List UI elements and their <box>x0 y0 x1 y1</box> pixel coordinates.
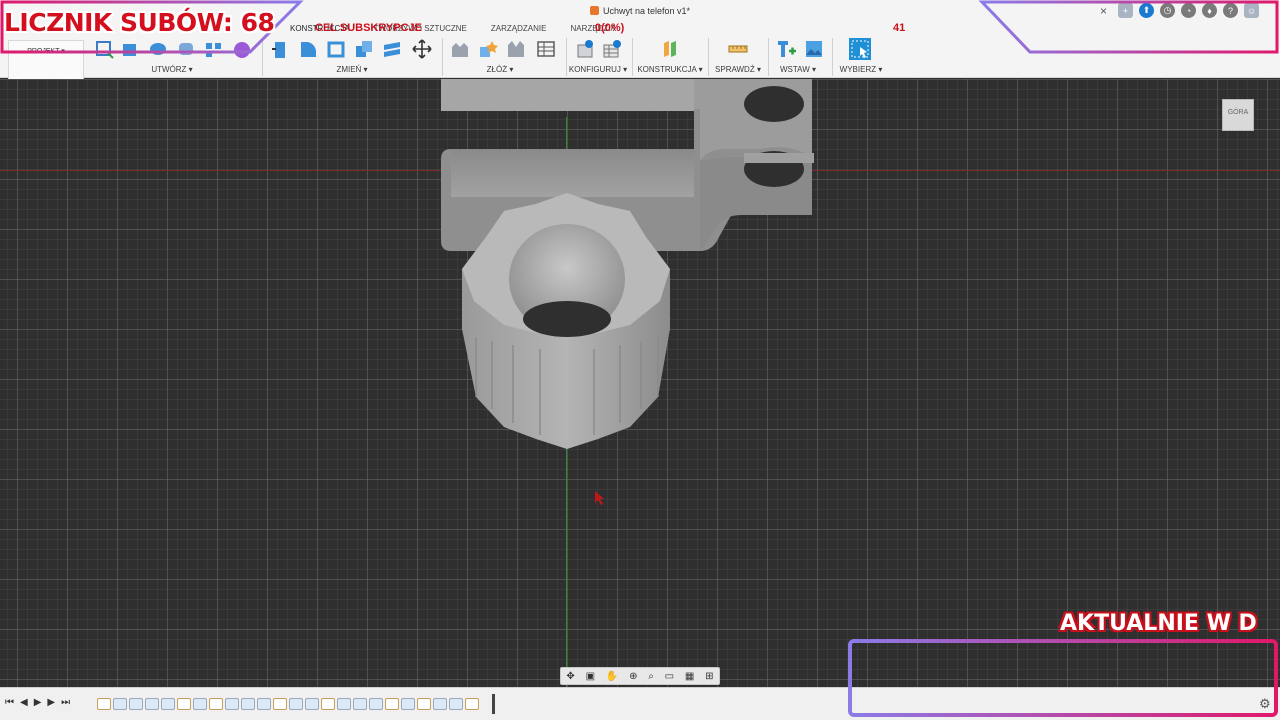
timeline-feature[interactable] <box>145 698 159 710</box>
step-back-icon[interactable]: ◀ <box>20 697 28 708</box>
timeline-feature-sketch[interactable] <box>97 698 111 710</box>
form-icon[interactable] <box>232 39 252 59</box>
timeline-feature-sketch[interactable] <box>465 698 479 710</box>
timeline-feature[interactable] <box>161 698 175 710</box>
navigation-bar: ✥ ▣ ✋ ⊕ ⌕ ▭ ▦ ⊞ <box>560 667 720 685</box>
model-view[interactable] <box>0 79 1280 687</box>
timeline-settings-icon[interactable]: ⚙ <box>1259 696 1271 712</box>
subscription-goal-label: CEL SUBSKRYPCJE <box>315 22 422 34</box>
timeline-feature-sketch[interactable] <box>177 698 191 710</box>
extrude-icon[interactable] <box>120 39 140 59</box>
timeline-feature[interactable] <box>289 698 303 710</box>
view-cube[interactable]: GÓRA <box>1222 99 1254 131</box>
new-tab-icon[interactable]: + <box>1118 3 1133 18</box>
move-icon[interactable] <box>412 39 432 59</box>
pattern-icon[interactable] <box>204 39 224 59</box>
timeline-feature[interactable] <box>257 698 271 710</box>
offset-plane-icon[interactable] <box>660 39 680 59</box>
timeline-feature[interactable] <box>193 698 207 710</box>
now-playing-label: AKTUALNIE W D <box>1060 611 1257 636</box>
press-pull-icon[interactable] <box>270 39 290 59</box>
insert-canvas-icon[interactable] <box>804 39 824 59</box>
orbit-icon[interactable]: ✥ <box>566 671 574 682</box>
workspace-switcher-label: PROJEKT ▾ <box>27 48 65 55</box>
measure-icon[interactable] <box>728 39 748 59</box>
timeline-feature-sketch[interactable] <box>385 698 399 710</box>
new-component-icon[interactable] <box>450 39 470 59</box>
insert-derive-icon[interactable] <box>776 39 796 59</box>
grid-settings-icon[interactable]: ▦ <box>685 671 694 682</box>
go-to-start-icon[interactable]: ⏮ <box>5 697 14 708</box>
alerts-icon[interactable]: ♦ <box>1202 3 1217 18</box>
timeline-feature[interactable] <box>433 698 447 710</box>
tab-zarzadzanie[interactable]: ZARZĄDZANIE <box>491 24 547 33</box>
go-to-end-icon[interactable]: ⏭ <box>61 697 70 708</box>
timeline-feature[interactable] <box>305 698 319 710</box>
timeline-feature[interactable] <box>113 698 127 710</box>
timeline-feature[interactable] <box>129 698 143 710</box>
header-actions: + ⬆ ◷ ◔ ♦ ? ☺ <box>1118 3 1259 18</box>
subscription-goal-progress: 0(0%) <box>595 22 625 34</box>
canvas-viewport[interactable]: GÓRA ✥ ▣ ✋ ⊕ ⌕ ▭ ▦ ⊞ <box>0 79 1280 687</box>
timeline-feature-sketch[interactable] <box>209 698 223 710</box>
timeline-feature-sketch[interactable] <box>321 698 335 710</box>
display-settings-icon[interactable]: ▭ <box>665 671 674 682</box>
modify-group-label[interactable]: ZMIEŃ ▾ <box>307 65 397 74</box>
separator <box>262 38 263 76</box>
timeline-feature[interactable] <box>353 698 367 710</box>
sweep-icon[interactable] <box>176 39 196 59</box>
combine-icon[interactable] <box>354 39 374 59</box>
timeline-feature[interactable] <box>401 698 415 710</box>
timeline-marker[interactable] <box>492 694 495 714</box>
split-body-icon[interactable] <box>382 39 402 59</box>
timeline-features <box>97 698 479 710</box>
configure-table-icon[interactable] <box>602 39 622 59</box>
select-icon[interactable] <box>848 37 872 61</box>
as-built-joint-icon[interactable] <box>506 39 526 59</box>
separator <box>442 38 443 76</box>
step-forward-icon[interactable]: ▶ <box>47 697 55 708</box>
timeline-bar: ⏮ ◀ ▶ ▶ ⏭ ⚙ <box>0 687 1280 720</box>
help-icon[interactable]: ? <box>1223 3 1238 18</box>
document-icon <box>589 6 599 15</box>
mount-hole-top <box>744 86 804 122</box>
pan-icon[interactable]: ✋ <box>606 671 618 682</box>
configure-icon[interactable] <box>576 39 596 59</box>
user-avatar[interactable]: ☺ <box>1244 3 1259 18</box>
joint-origin-icon[interactable] <box>536 39 556 59</box>
joint-icon[interactable] <box>478 39 498 59</box>
zoom-icon[interactable]: ⊕ <box>629 671 637 682</box>
timeline-feature[interactable] <box>225 698 239 710</box>
select-group-label[interactable]: WYBIERZ ▾ <box>816 65 906 74</box>
timeline-feature[interactable] <box>241 698 255 710</box>
subscription-goal-value: 41 <box>893 22 906 34</box>
timeline-feature[interactable] <box>449 698 463 710</box>
timeline-feature[interactable] <box>337 698 351 710</box>
mouse-cursor <box>595 491 604 505</box>
shell-icon[interactable] <box>326 39 346 59</box>
look-at-icon[interactable]: ▣ <box>586 671 595 682</box>
viewports-icon[interactable]: ⊞ <box>705 671 713 682</box>
revolve-icon[interactable] <box>148 39 168 59</box>
timeline-controls: ⏮ ◀ ▶ ▶ ⏭ <box>5 697 70 708</box>
timeline-feature[interactable] <box>369 698 383 710</box>
play-icon[interactable]: ▶ <box>34 697 42 708</box>
close-tab-icon[interactable]: × <box>1100 4 1107 18</box>
view-cube-label: GÓRA <box>1227 109 1249 116</box>
timeline-feature-sketch[interactable] <box>273 698 287 710</box>
assemble-group-label[interactable]: ZŁÓŻ ▾ <box>455 65 545 74</box>
create-group-label[interactable]: UTWÓRZ ▾ <box>127 65 217 74</box>
create-sketch-icon[interactable] <box>94 39 114 59</box>
fit-icon[interactable]: ⌕ <box>648 671 654 682</box>
document-title-text: Uchwyt na telefon v1* <box>602 6 691 16</box>
job-status-icon[interactable]: ◷ <box>1160 3 1175 18</box>
notifications-icon[interactable]: ◔ <box>1181 3 1196 18</box>
extensions-icon[interactable]: ⬆ <box>1139 3 1154 18</box>
subscriber-counter: LICZNIK SUBÓW: 68 <box>4 8 275 37</box>
timeline-feature-sketch[interactable] <box>417 698 431 710</box>
fillet-icon[interactable] <box>298 39 318 59</box>
knob-part[interactable] <box>462 193 670 449</box>
